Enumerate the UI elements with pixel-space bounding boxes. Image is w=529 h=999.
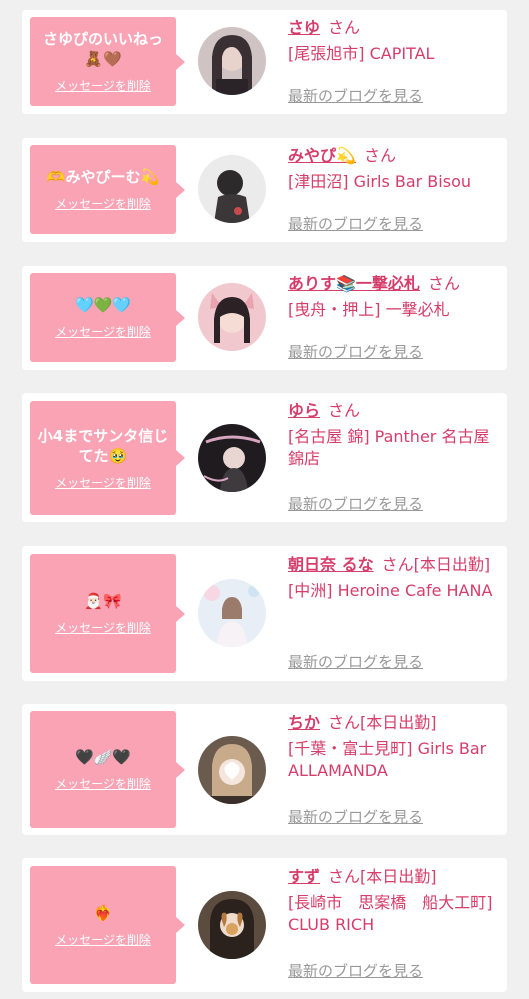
shop-name: [中洲] Heroine Cafe HANA	[288, 581, 493, 600]
avatar[interactable]	[198, 155, 266, 223]
delete-message-link[interactable]: メッセージを削除	[55, 77, 151, 94]
avatar[interactable]	[198, 283, 266, 351]
message-text: 🖤🪽🖤	[74, 748, 132, 766]
message-text: ❤️‍🔥	[93, 903, 113, 922]
user-name-link[interactable]: ありす📚一撃必札	[288, 274, 420, 293]
honorific: さん	[363, 146, 396, 165]
shop-name: [千葉・富士見町] Girls Bar ALLAMANDA	[288, 739, 487, 780]
user-name-link[interactable]: ゆら	[288, 401, 320, 420]
profile-info: さゆ さん [尾張旭市] CAPITAL	[288, 17, 502, 65]
latest-blog-link[interactable]: 最新のブログを見る	[288, 85, 423, 106]
profile-info: ゆら さん [名古屋 錦] Panther 名古屋錦店	[288, 400, 502, 470]
list-item: ❤️‍🔥 メッセージを削除 すず さん[本日出勤] [長崎市 思案橋 船大工町] …	[22, 858, 507, 992]
list-item: 🫶みやぴーむ💫 メッセージを削除 みやぴ💫 さん [津田沼] Girls Bar …	[22, 138, 507, 242]
list-item: さゆぴのいいねっ🧸🤎 メッセージを削除 さゆ さん [尾張旭市] CAPITAL …	[22, 10, 507, 114]
delete-message-link[interactable]: メッセージを削除	[55, 195, 151, 212]
delete-message-link[interactable]: メッセージを削除	[55, 775, 151, 792]
delete-message-link[interactable]: メッセージを削除	[55, 619, 151, 636]
shop-name: [名古屋 錦] Panther 名古屋錦店	[288, 427, 490, 468]
message-text: 🩵💚🩵	[74, 296, 132, 314]
list-item: 小4までサンタ信じてた🥹 メッセージを削除 ゆら さん [名古屋 錦] Panth…	[22, 393, 507, 522]
honorific: さん	[427, 274, 460, 293]
message-text: さゆぴのいいねっ🧸🤎	[42, 30, 163, 68]
shop-name: [長崎市 思案橋 船大工町] CLUB RICH	[288, 893, 493, 934]
honorific: さん	[328, 401, 361, 420]
avatar[interactable]	[198, 27, 266, 95]
user-name-link[interactable]: さゆ	[288, 18, 320, 37]
delete-message-link[interactable]: メッセージを削除	[55, 931, 151, 948]
message-bubble: 🎅🏻🎀 メッセージを削除	[30, 554, 185, 673]
honorific: さん[本日出勤]	[328, 713, 437, 732]
profile-info: 朝日奈 るな さん[本日出勤] [中洲] Heroine Cafe HANA	[288, 554, 502, 602]
list-item: 🎅🏻🎀 メッセージを削除 朝日奈 るな さん[本日出勤] [中洲] Heroine…	[22, 546, 507, 681]
message-text: 🎅🏻🎀	[84, 592, 122, 610]
message-bubble: 🖤🪽🖤 メッセージを削除	[30, 711, 185, 828]
user-name-link[interactable]: ちか	[288, 713, 320, 732]
list-item: 🩵💚🩵 メッセージを削除 ありす📚一撃必札 さん [曳舟・押上] 一撃必札 最新の…	[22, 266, 507, 370]
message-bubble: 🩵💚🩵 メッセージを削除	[30, 273, 185, 362]
latest-blog-link[interactable]: 最新のブログを見る	[288, 493, 423, 514]
latest-blog-link[interactable]: 最新のブログを見る	[288, 651, 423, 672]
avatar[interactable]	[198, 424, 266, 492]
honorific: さん	[328, 18, 361, 37]
list-item: 🖤🪽🖤 メッセージを削除 ちか さん[本日出勤] [千葉・富士見町] Girls …	[22, 704, 507, 835]
latest-blog-link[interactable]: 最新のブログを見る	[288, 341, 423, 362]
avatar[interactable]	[198, 579, 266, 647]
shop-name: [尾張旭市] CAPITAL	[288, 44, 435, 63]
user-name-link[interactable]: すず	[288, 867, 320, 886]
delete-message-link[interactable]: メッセージを削除	[55, 474, 151, 491]
message-bubble: ❤️‍🔥 メッセージを削除	[30, 866, 185, 984]
avatar[interactable]	[198, 736, 266, 804]
profile-info: みやぴ💫 さん [津田沼] Girls Bar Bisou	[288, 145, 502, 193]
delete-message-link[interactable]: メッセージを削除	[55, 323, 151, 340]
message-bubble: さゆぴのいいねっ🧸🤎 メッセージを削除	[30, 17, 185, 106]
shop-name: [津田沼] Girls Bar Bisou	[288, 172, 471, 191]
user-name-link[interactable]: 朝日奈 るな	[288, 555, 374, 574]
latest-blog-link[interactable]: 最新のブログを見る	[288, 806, 423, 827]
shop-name: [曳舟・押上] 一撃必札	[288, 300, 450, 319]
message-bubble: 小4までサンタ信じてた🥹 メッセージを削除	[30, 401, 185, 515]
profile-info: すず さん[本日出勤] [長崎市 思案橋 船大工町] CLUB RICH	[288, 866, 502, 936]
avatar[interactable]	[198, 891, 266, 959]
latest-blog-link[interactable]: 最新のブログを見る	[288, 960, 423, 981]
honorific: さん[本日出勤]	[328, 867, 437, 886]
user-name-link[interactable]: みやぴ💫	[288, 146, 356, 165]
message-text: 小4までサンタ信じてた🥹	[37, 426, 169, 465]
honorific: さん[本日出勤]	[381, 555, 491, 574]
message-bubble: 🫶みやぴーむ💫 メッセージを削除	[30, 145, 185, 234]
message-text: 🫶みやぴーむ💫	[46, 168, 160, 186]
latest-blog-link[interactable]: 最新のブログを見る	[288, 213, 423, 234]
profile-info: ちか さん[本日出勤] [千葉・富士見町] Girls Bar ALLAMANDA	[288, 712, 502, 782]
message-list: さゆぴのいいねっ🧸🤎 メッセージを削除 さゆ さん [尾張旭市] CAPITAL …	[0, 0, 529, 999]
profile-info: ありす📚一撃必札 さん [曳舟・押上] 一撃必札	[288, 273, 502, 321]
